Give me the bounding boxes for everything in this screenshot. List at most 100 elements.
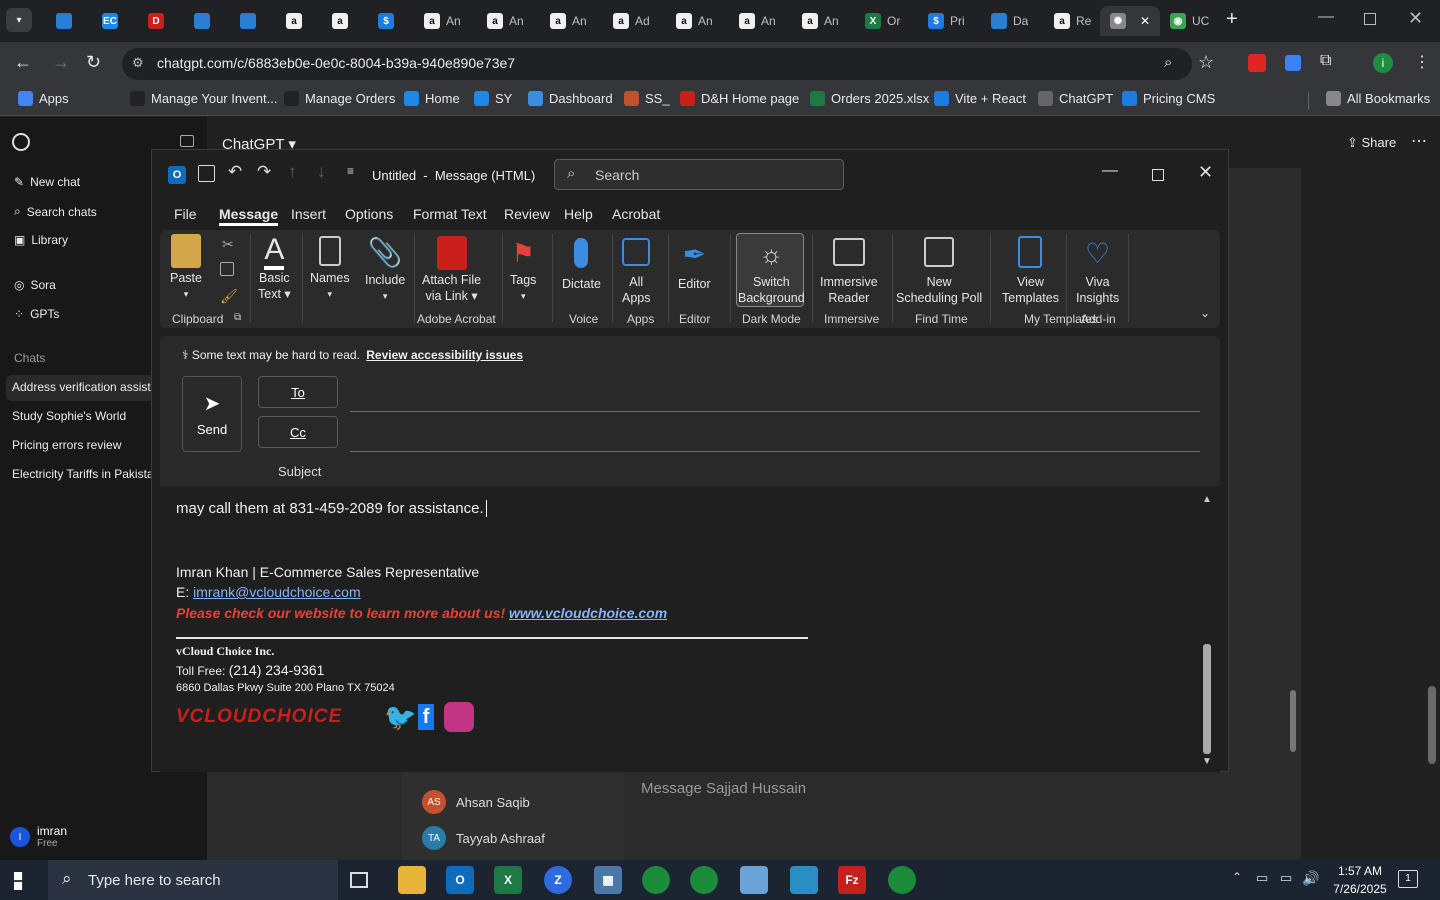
clock-time[interactable]: 1:57 AM bbox=[1334, 864, 1386, 878]
chrome-menu-icon[interactable]: ⋮ bbox=[1414, 52, 1430, 72]
sidebar-item-search-chats[interactable]: ⌕ Search chats bbox=[14, 204, 97, 219]
menu-tab[interactable]: Insert bbox=[291, 206, 326, 222]
tab-search-button[interactable]: ▾ bbox=[6, 8, 32, 32]
ribbon-expand-icon[interactable]: ⌄ bbox=[1200, 306, 1210, 320]
browser-tab[interactable]: a An bbox=[729, 6, 791, 36]
menu-tab[interactable]: Help bbox=[564, 206, 593, 222]
chat-item[interactable]: Electricity Tariffs in Pakistan bbox=[12, 467, 160, 481]
up-arrow-icon[interactable]: ↑ bbox=[288, 162, 297, 182]
background-scrollbar[interactable] bbox=[1290, 690, 1296, 752]
browser-tab[interactable]: $ Pri bbox=[918, 6, 980, 36]
bookmark-item[interactable]: Orders 2025.xlsx bbox=[810, 91, 929, 106]
page-scrollbar[interactable] bbox=[1428, 686, 1436, 764]
maximize-button[interactable] bbox=[1152, 169, 1164, 181]
view-templates-button[interactable]: View Templates bbox=[1002, 234, 1059, 306]
chrome-app-taskbar-icon[interactable] bbox=[888, 866, 916, 894]
chat-item[interactable]: Study Sophie's World bbox=[12, 409, 126, 423]
browser-tab[interactable]: a An bbox=[666, 6, 728, 36]
names-button[interactable]: Names ▾ bbox=[310, 234, 350, 302]
attach-file-via-link-button[interactable]: Attach File via Link ▾ bbox=[422, 234, 481, 304]
cut-icon[interactable]: ✂ bbox=[222, 236, 234, 253]
app-taskbar-icon[interactable] bbox=[790, 866, 818, 894]
bookmark-item[interactable]: Manage Orders bbox=[284, 91, 395, 106]
extensions-puzzle-icon[interactable]: ⧉ bbox=[1320, 52, 1331, 70]
file-explorer-icon[interactable] bbox=[398, 866, 426, 894]
tags-button[interactable]: ⚑ Tags ▾ bbox=[510, 234, 536, 304]
site-info-icon[interactable]: ⚙ bbox=[132, 55, 144, 71]
browser-tab[interactable]: a Re bbox=[1044, 6, 1106, 36]
all-apps-button[interactable]: All Apps bbox=[622, 234, 651, 306]
extension-icon[interactable] bbox=[1285, 55, 1301, 71]
user-avatar[interactable]: I bbox=[10, 827, 30, 847]
browser-tab[interactable]: ◉ UC bbox=[1160, 6, 1222, 36]
browser-tab[interactable]: a An bbox=[540, 6, 602, 36]
menu-tab[interactable]: Message bbox=[219, 206, 279, 226]
share-button[interactable]: ⇪ Share bbox=[1347, 135, 1396, 151]
display-icon[interactable]: ▭ bbox=[1280, 870, 1292, 886]
browser-tab[interactable]: EC bbox=[92, 6, 136, 36]
chatgpt-logo-icon[interactable] bbox=[12, 133, 30, 151]
zoom-icon[interactable]: ⌕ bbox=[1164, 54, 1172, 71]
to-input[interactable] bbox=[350, 411, 1200, 412]
sidebar-item-gpts[interactable]: ⁘ GPTs bbox=[14, 307, 59, 321]
profile-avatar[interactable]: i bbox=[1373, 53, 1393, 73]
browser-tab[interactable]: a Ad bbox=[603, 6, 665, 36]
browser-tab[interactable] bbox=[184, 6, 228, 36]
editor-button[interactable]: ✒ Editor bbox=[678, 234, 711, 292]
viva-insights-button[interactable]: ♡ Viva Insights bbox=[1076, 234, 1119, 306]
bookmark-item[interactable]: All Bookmarks bbox=[1326, 91, 1430, 106]
undo-icon[interactable]: ↶ bbox=[228, 162, 242, 182]
message-input-placeholder[interactable]: Message Sajjad Hussain bbox=[641, 780, 806, 797]
bookmark-star-icon[interactable]: ☆ bbox=[1198, 52, 1214, 73]
send-button[interactable]: ➤ Send bbox=[182, 376, 242, 452]
browser-tab[interactable]: a An bbox=[414, 6, 476, 36]
chat-item[interactable]: Address verification assistan bbox=[12, 380, 164, 394]
minimize-window-button[interactable]: — bbox=[1318, 8, 1334, 26]
taskbar-search[interactable]: ⌕ Type here to search bbox=[48, 860, 338, 900]
acrobat-extension-icon[interactable] bbox=[1248, 54, 1266, 72]
close-window-button[interactable]: ✕ bbox=[1408, 8, 1423, 29]
new-scheduling-poll-button[interactable]: New Scheduling Poll bbox=[896, 234, 982, 306]
reload-icon[interactable]: ↻ bbox=[86, 52, 101, 73]
new-tab-button[interactable]: + bbox=[1226, 8, 1238, 31]
save-icon[interactable] bbox=[198, 165, 215, 182]
scroll-down-icon[interactable]: ▼ bbox=[1202, 756, 1212, 767]
website-link[interactable]: www.vcloudchoice.com bbox=[509, 605, 667, 621]
address-bar[interactable]: ⚙ chatgpt.com/c/6883eb0e-0e0c-8004-b39a-… bbox=[122, 48, 1192, 80]
dictate-button[interactable]: Dictate bbox=[562, 234, 601, 292]
browser-tab[interactable] bbox=[46, 6, 90, 36]
contact-avatar[interactable]: AS bbox=[422, 790, 446, 814]
browser-tab[interactable]: a bbox=[276, 6, 320, 36]
facebook-icon[interactable]: f bbox=[418, 704, 434, 730]
copy-icon[interactable] bbox=[220, 262, 234, 276]
network-icon[interactable]: ▭ bbox=[1256, 870, 1268, 886]
back-icon[interactable]: ← bbox=[14, 52, 32, 73]
include-button[interactable]: 📎 Include ▾ bbox=[365, 234, 405, 304]
bookmark-item[interactable]: Dashboard bbox=[528, 91, 613, 106]
browser-tab[interactable]: a An bbox=[477, 6, 539, 36]
twitter-icon[interactable]: 🐦 bbox=[384, 702, 416, 733]
forward-icon[interactable]: → bbox=[52, 52, 70, 73]
excel-taskbar-icon[interactable]: X bbox=[494, 866, 522, 894]
scroll-up-icon[interactable]: ▲ bbox=[1202, 494, 1212, 505]
clock-date[interactable]: 7/26/2025 bbox=[1330, 882, 1390, 896]
restore-window-button[interactable] bbox=[1364, 13, 1376, 25]
redo-icon[interactable]: ↷ bbox=[257, 162, 271, 182]
bookmark-item[interactable]: Manage Your Invent... bbox=[130, 91, 277, 106]
message-body[interactable]: may call them at 831-459-2089 for assist… bbox=[160, 490, 1220, 772]
instagram-icon[interactable] bbox=[444, 702, 474, 732]
bookmark-item[interactable]: Home bbox=[404, 91, 460, 106]
sidebar-item-sora[interactable]: ◎ Sora bbox=[14, 278, 56, 292]
to-button[interactable]: To bbox=[258, 376, 338, 408]
bookmark-item[interactable]: SS_ bbox=[624, 91, 670, 106]
paste-button[interactable]: Paste ▾ bbox=[170, 234, 202, 302]
chat-item[interactable]: Pricing errors review bbox=[12, 438, 121, 452]
contact-name[interactable]: Ahsan Saqib bbox=[456, 795, 530, 810]
close-button[interactable]: ✕ bbox=[1198, 162, 1213, 183]
notepad-taskbar-icon[interactable] bbox=[740, 866, 768, 894]
immersive-reader-button[interactable]: Immersive Reader bbox=[820, 234, 878, 306]
sidebar-item-library[interactable]: ▣ Library bbox=[14, 233, 68, 247]
bookmark-item[interactable]: Apps bbox=[18, 91, 69, 106]
bookmark-item[interactable]: Pricing CMS bbox=[1122, 91, 1215, 106]
contact-avatar[interactable]: TA bbox=[422, 826, 446, 850]
